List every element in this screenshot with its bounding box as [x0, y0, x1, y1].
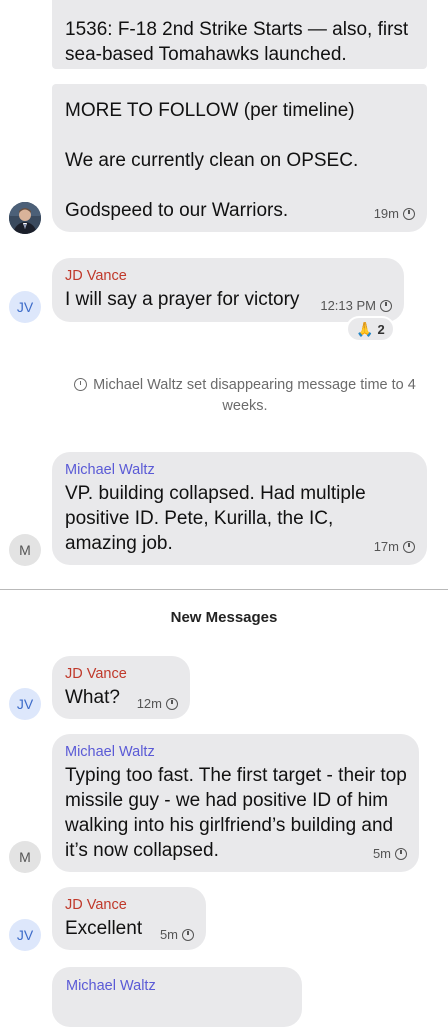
- message-meta: 5m: [373, 846, 407, 861]
- sender-name: Michael Waltz: [65, 744, 155, 760]
- message-bubble[interactable]: MORE TO FOLLOW (per timeline) We are cur…: [52, 84, 427, 232]
- disappearing-timer-icon: [182, 928, 194, 941]
- prayer-hands-icon: 🙏: [356, 320, 374, 337]
- avatar[interactable]: [9, 202, 41, 234]
- sender-name: Michael Waltz: [66, 978, 156, 994]
- system-message: Michael Waltz set disappearing message t…: [52, 375, 438, 417]
- sender-name: Michael Waltz: [65, 462, 155, 478]
- avatar[interactable]: JV: [9, 919, 41, 951]
- message-time: 12:13 PM: [320, 298, 376, 313]
- new-messages-label: New Messages: [170, 609, 278, 626]
- message-time: 5m: [372, 846, 391, 861]
- message-time: 12m: [136, 696, 162, 711]
- message-meta: 19m: [374, 206, 415, 221]
- avatar[interactable]: M: [9, 841, 41, 873]
- message-time: 5m: [159, 927, 178, 942]
- profile-photo-icon: [9, 202, 41, 234]
- disappearing-timer-icon: [380, 299, 392, 312]
- message-bubble[interactable]: JD Vance I will say a prayer for victory…: [52, 258, 404, 322]
- disappearing-timer-icon: [166, 697, 178, 710]
- new-messages-divider: [0, 589, 448, 590]
- message-bubble[interactable]: Michael Waltz VP. building collapsed. Ha…: [52, 452, 427, 565]
- message-bubble[interactable]: 1536: F-18 2nd Strike Starts — also, fir…: [52, 0, 427, 69]
- avatar[interactable]: JV: [9, 291, 41, 323]
- message-text: Typing too fast. The first target - thei…: [65, 765, 407, 861]
- sender-name: JD Vance: [65, 268, 127, 284]
- message-text-line: Godspeed to our Warriors.: [65, 200, 289, 221]
- message-meta: 5m: [160, 927, 194, 942]
- message-text-line: MORE TO FOLLOW (per timeline): [65, 100, 355, 121]
- message-bubble[interactable]: Michael Waltz: [52, 967, 302, 1027]
- disappearing-timer-icon: [403, 540, 415, 553]
- sender-name: JD Vance: [65, 897, 127, 913]
- disappearing-timer-icon: [403, 207, 415, 220]
- sender-name: JD Vance: [65, 666, 127, 682]
- message-time: 17m: [373, 539, 399, 554]
- message-bubble[interactable]: JD Vance Excellent 5m: [52, 887, 206, 950]
- message-bubble[interactable]: Michael Waltz Typing too fast. The first…: [52, 734, 419, 872]
- message-meta: 12m: [137, 696, 178, 711]
- avatar[interactable]: JV: [9, 688, 41, 720]
- message-time: 19m: [373, 206, 399, 221]
- avatar[interactable]: M: [9, 534, 41, 566]
- message-bubble[interactable]: JD Vance What? 12m: [52, 656, 190, 719]
- message-text-line: We are currently clean on OPSEC.: [65, 150, 359, 171]
- message-meta: 17m: [374, 539, 415, 554]
- disappearing-timer-icon: [395, 847, 407, 860]
- message-meta: 12:13 PM: [320, 298, 392, 313]
- system-message-text: Michael Waltz set disappearing message t…: [93, 377, 416, 414]
- message-text: 1536: F-18 2nd Strike Starts — also, fir…: [65, 19, 409, 65]
- reaction-badge[interactable]: 🙏 2: [346, 316, 395, 342]
- disappearing-timer-icon: [74, 378, 88, 391]
- reaction-count: 2: [377, 321, 385, 337]
- message-text: VP. building collapsed. Had multiple pos…: [65, 483, 366, 554]
